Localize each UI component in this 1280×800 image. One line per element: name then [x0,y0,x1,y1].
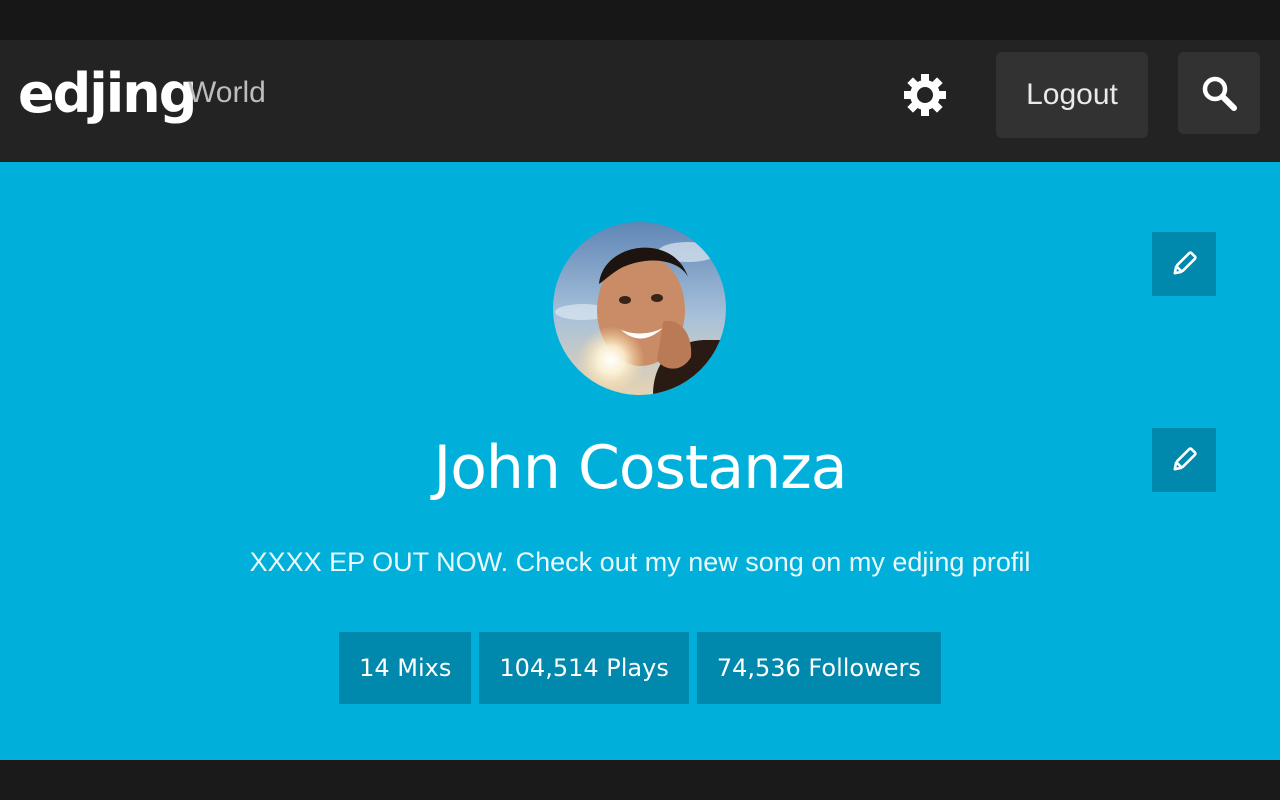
app-header: edjing World Logout [0,40,1280,162]
search-icon [1202,76,1237,111]
gear-icon [904,74,946,116]
logout-button[interactable]: Logout [996,52,1148,138]
edjing-logo: edjing [18,62,197,125]
bottom-bar [0,760,1280,800]
profile-panel: John Costanza XXXX EP OUT NOW. Check out… [0,162,1280,760]
profile-name: John Costanza [433,433,848,503]
section-title: World [188,76,266,109]
pencil-icon [1173,251,1197,275]
followers-count-badge[interactable]: 74,536 Followers [696,632,941,704]
pencil-icon [1173,447,1197,471]
edit-avatar-button[interactable] [1152,232,1216,296]
profile-bio: XXXX EP OUT NOW. Check out my new song o… [249,547,1031,577]
status-bar [0,0,1280,40]
stats-row: 14 Mixs 104,514 Plays 74,536 Followers [0,632,1280,704]
plays-count-badge[interactable]: 104,514 Plays [479,632,689,704]
settings-button[interactable] [896,66,954,124]
avatar-photo [553,222,726,395]
edit-name-button[interactable] [1152,428,1216,492]
search-button[interactable] [1178,52,1260,134]
mixes-count-badge[interactable]: 14 Mixs [339,632,472,704]
avatar [553,222,726,395]
